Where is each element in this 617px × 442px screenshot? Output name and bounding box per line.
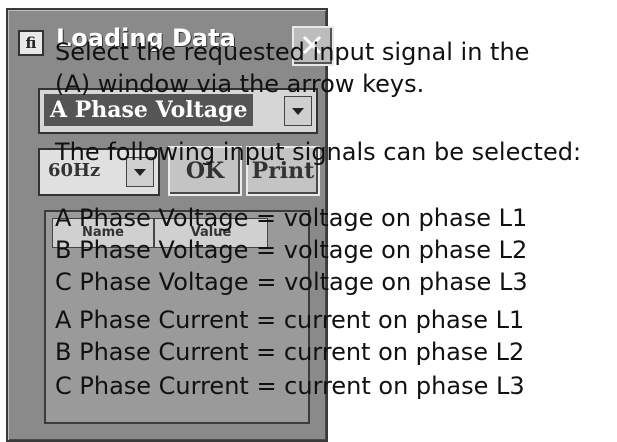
signal-description-item: B Phase Current = current on phase L2 — [55, 338, 525, 366]
signal-description-item: A Phase Voltage = voltage on phase L1 — [55, 204, 528, 232]
instruction-line-3: The following input signals can be selec… — [55, 138, 582, 166]
signal-description-item: B Phase Voltage = voltage on phase L2 — [55, 236, 528, 264]
signal-description-item: A Phase Current = current on phase L1 — [55, 306, 525, 334]
signal-description-item: C Phase Voltage = voltage on phase L3 — [55, 268, 528, 296]
signal-description-item: C Phase Current = current on phase L3 — [55, 372, 525, 400]
instruction-line-2: (A) window via the arrow keys. — [55, 70, 425, 98]
instruction-line-1: Select the requested input signal in the — [55, 38, 530, 66]
instruction-text: Select the requested input signal in the… — [0, 0, 617, 440]
